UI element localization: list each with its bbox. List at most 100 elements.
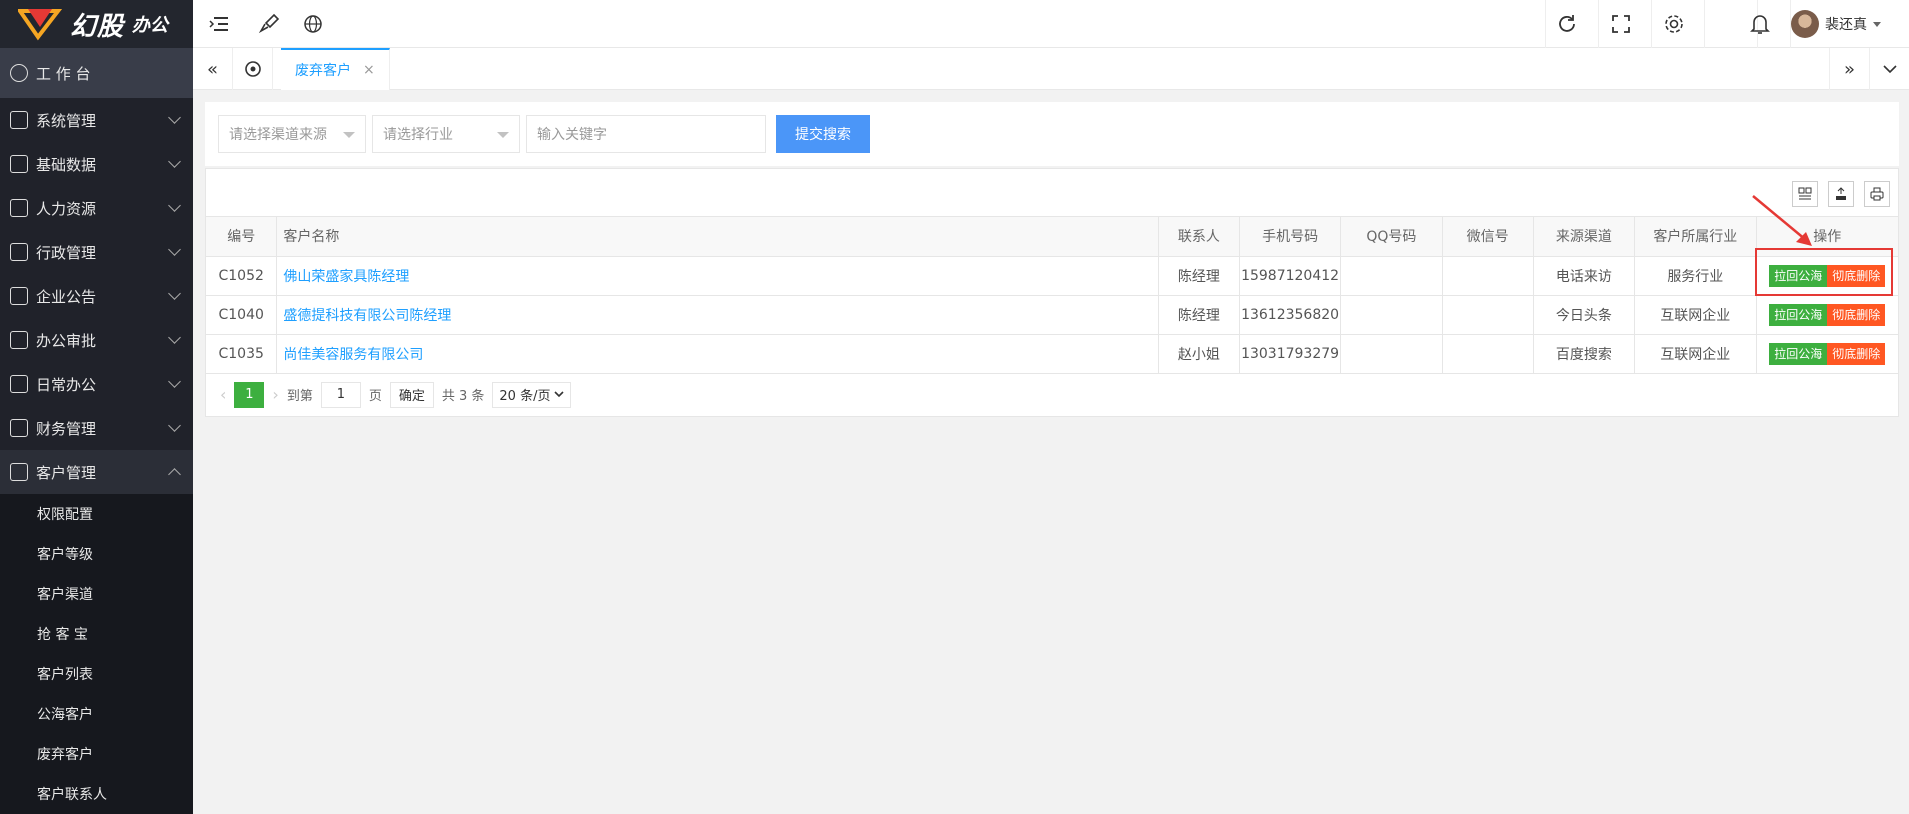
cell-wechat bbox=[1442, 256, 1534, 296]
menu-toggle-icon[interactable] bbox=[207, 12, 231, 36]
column-header[interactable]: 客户所属行业 bbox=[1634, 217, 1757, 257]
cell-qq bbox=[1340, 295, 1443, 335]
sidebar-item-label: 基础数据 bbox=[36, 155, 97, 174]
export-icon[interactable] bbox=[1828, 181, 1854, 207]
sidebar-item-1[interactable]: 基础数据 bbox=[0, 142, 193, 186]
column-header[interactable]: 手机号码 bbox=[1239, 217, 1342, 257]
user-menu[interactable]: 裴还真 bbox=[1791, 10, 1881, 38]
cell-id: C1035 bbox=[206, 334, 278, 374]
settings-gear-icon[interactable] bbox=[1662, 12, 1686, 36]
globe-icon[interactable] bbox=[301, 12, 325, 36]
permanent-delete-button[interactable]: 彻底删除 bbox=[1827, 342, 1886, 365]
tab-discarded-customers[interactable]: 废弃客户 × bbox=[281, 48, 390, 90]
sidebar-item-8[interactable]: 客户管理 bbox=[0, 450, 193, 494]
chevron-down-icon bbox=[168, 419, 181, 432]
next-page-icon[interactable]: › bbox=[272, 385, 278, 404]
sidebar-item-5[interactable]: 办公审批 bbox=[0, 318, 193, 362]
sidebar-subitem[interactable]: 客户渠道 bbox=[0, 574, 193, 614]
cell-id: C1040 bbox=[206, 295, 278, 335]
cell-actions: 拉回公海 彻底删除 bbox=[1756, 334, 1898, 374]
tabs-scroll-right-icon[interactable]: » bbox=[1829, 48, 1869, 90]
page-1-button[interactable]: 1 bbox=[234, 381, 265, 408]
user-name: 裴还真 bbox=[1825, 17, 1867, 33]
prev-page-icon[interactable]: ‹ bbox=[220, 385, 226, 404]
keyword-input[interactable]: 输入关键字 bbox=[526, 115, 766, 153]
submit-search-button[interactable]: 提交搜索 bbox=[776, 115, 870, 153]
search-form: 请选择渠道来源 请选择行业 输入关键字 提交搜索 bbox=[205, 102, 1899, 166]
sidebar-subitem[interactable]: 抢 客 宝 bbox=[0, 614, 193, 654]
fullscreen-icon[interactable] bbox=[1609, 12, 1633, 36]
sidebar-subitem[interactable]: 权限配置 bbox=[0, 494, 193, 534]
brush-icon[interactable] bbox=[257, 12, 281, 36]
caret-down-icon bbox=[343, 132, 355, 138]
tabs-menu-chevron-down-icon[interactable] bbox=[1869, 48, 1909, 90]
channel-select[interactable]: 请选择渠道来源 bbox=[218, 115, 366, 153]
tabs-scroll-left-icon[interactable]: « bbox=[193, 48, 233, 90]
print-icon[interactable] bbox=[1864, 181, 1890, 207]
restore-to-pool-button[interactable]: 拉回公海 bbox=[1769, 303, 1828, 326]
logo[interactable]: 幻股 办公 bbox=[0, 0, 193, 48]
cell-qq bbox=[1340, 256, 1443, 296]
cell-name[interactable]: 盛德提科技有限公司陈经理 bbox=[276, 295, 1159, 335]
cell-wechat bbox=[1442, 295, 1534, 335]
sidebar-item-3[interactable]: 行政管理 bbox=[0, 230, 193, 274]
sidebar-item-7[interactable]: 财务管理 bbox=[0, 406, 193, 450]
column-header[interactable]: 编号 bbox=[206, 217, 278, 257]
column-header[interactable]: 微信号 bbox=[1442, 217, 1534, 257]
chevron-down-icon bbox=[168, 155, 181, 168]
chevron-up-icon bbox=[168, 468, 181, 481]
table-toolbar bbox=[206, 169, 1898, 217]
bell-icon[interactable] bbox=[1748, 12, 1772, 36]
cell-phone: 15987120412 bbox=[1239, 256, 1342, 296]
chevron-down-icon bbox=[168, 287, 181, 300]
home-tab-icon[interactable] bbox=[233, 48, 273, 90]
goto-page-input[interactable]: 1 bbox=[320, 381, 361, 408]
sidebar-item-workbench[interactable]: 工 作 台 bbox=[0, 48, 193, 98]
column-header[interactable]: 客户名称 bbox=[276, 217, 1159, 257]
cell-name[interactable]: 尚佳美容服务有限公司 bbox=[276, 334, 1159, 374]
refresh-icon[interactable] bbox=[1555, 12, 1579, 36]
column-header[interactable]: QQ号码 bbox=[1340, 217, 1443, 257]
chevron-down-icon bbox=[168, 111, 181, 124]
cell-name[interactable]: 佛山荣盛家具陈经理 bbox=[276, 256, 1159, 296]
chevron-down-icon bbox=[168, 243, 181, 256]
avatar bbox=[1791, 10, 1819, 38]
column-header[interactable]: 来源渠道 bbox=[1533, 217, 1636, 257]
goto-suffix: 页 bbox=[368, 389, 382, 404]
sidebar-subitem[interactable]: 客户等级 bbox=[0, 534, 193, 574]
customer-table: 编号 客户名称 联系人 手机号码 QQ号码 微信号 来源渠道 客户所属行业 操作 C1052 佛山… bbox=[206, 217, 1898, 374]
cell-qq bbox=[1340, 334, 1443, 374]
sidebar-item-label: 行政管理 bbox=[36, 243, 97, 262]
cell-industry: 互联网企业 bbox=[1634, 334, 1757, 374]
sidebar-item-2[interactable]: 人力资源 bbox=[0, 186, 193, 230]
cell-contact: 陈经理 bbox=[1158, 295, 1240, 335]
main-content: 请选择渠道来源 请选择行业 输入关键字 提交搜索 编号 客户名称 联系人 手机号码 Q bbox=[205, 102, 1899, 417]
close-icon[interactable]: × bbox=[363, 62, 375, 78]
restore-to-pool-button[interactable]: 拉回公海 bbox=[1769, 342, 1828, 365]
sidebar-item-label: 企业公告 bbox=[36, 287, 97, 306]
industry-select[interactable]: 请选择行业 bbox=[372, 115, 520, 153]
annotation-highlight-box bbox=[1755, 248, 1893, 296]
goto-confirm-button[interactable]: 确定 bbox=[389, 381, 434, 408]
logo-sub: 办公 bbox=[132, 15, 169, 36]
cell-actions: 拉回公海 彻底删除 bbox=[1756, 295, 1898, 335]
logo-text: 幻股 bbox=[70, 11, 125, 42]
sidebar-subitem[interactable]: 客户列表 bbox=[0, 654, 193, 694]
user-icon bbox=[10, 199, 28, 217]
table-row: C1035 尚佳美容服务有限公司 赵小姐 13031793279 百度搜索 互联网企业 拉回… bbox=[206, 334, 1898, 374]
sidebar-subitem[interactable]: 废弃客户 bbox=[0, 734, 193, 774]
sidebar-item-0[interactable]: 系统管理 bbox=[0, 98, 193, 142]
chevron-down-icon bbox=[1873, 21, 1881, 27]
chevron-down-icon bbox=[168, 375, 181, 388]
sidebar-subitem[interactable]: 客户联系人 bbox=[0, 774, 193, 814]
sidebar-subitem[interactable]: 公海客户 bbox=[0, 694, 193, 734]
industry-select-placeholder: 请选择行业 bbox=[383, 127, 453, 143]
per-page-select[interactable]: 20 条/页 bbox=[492, 381, 572, 408]
permanent-delete-button[interactable]: 彻底删除 bbox=[1827, 303, 1886, 326]
sidebar-item-label: 人力资源 bbox=[36, 199, 97, 218]
sidebar-item-6[interactable]: 日常办公 bbox=[0, 362, 193, 406]
column-header[interactable]: 联系人 bbox=[1158, 217, 1240, 257]
chevron-down-icon bbox=[168, 331, 181, 344]
sidebar-item-4[interactable]: 企业公告 bbox=[0, 274, 193, 318]
approval-icon bbox=[10, 331, 28, 349]
